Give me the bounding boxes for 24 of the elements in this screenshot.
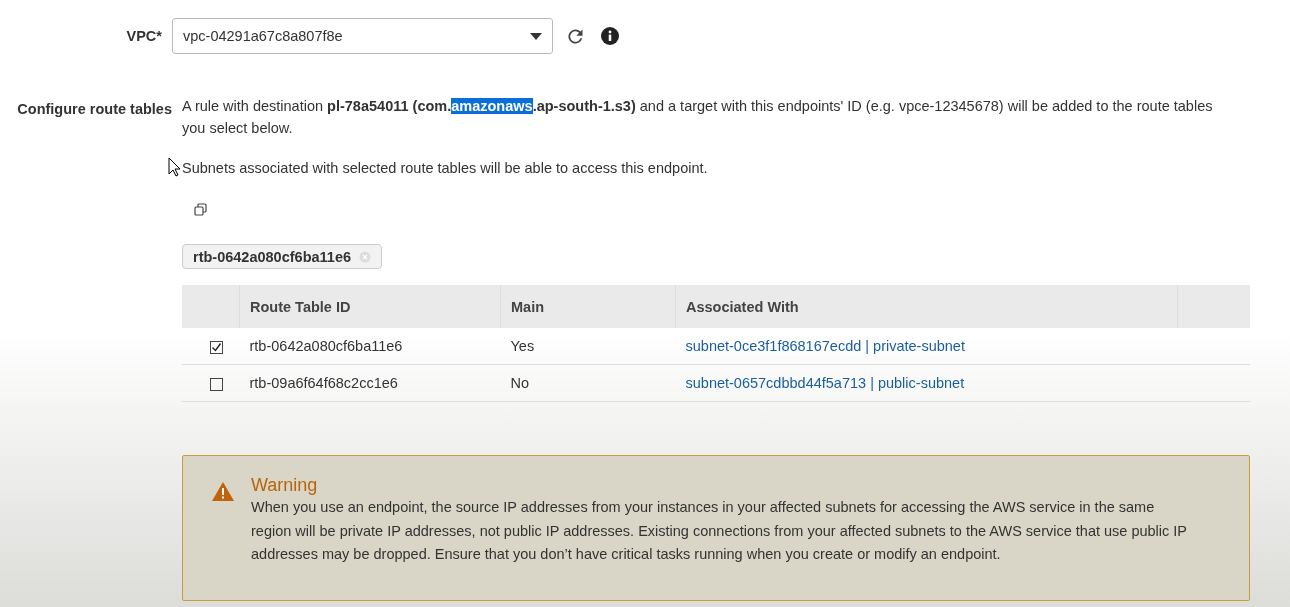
- field-label: Configure route tables: [16, 100, 173, 117]
- warning-icon: [212, 482, 234, 501]
- table-cell: rtb-09a6f64f68c2cc1e6: [249, 375, 398, 391]
- warning-text: When you use an endpoint, the source IP addresses from your instances in your affected subnets for accessing the AWS service in the same region will be private IP addresses, not public IP addresses. Existing connections from your affected subnets to the AWS service that use public IP addresses may be dropped. Ensure that you don’t have critical tasks running when you create or modify an endpoint.: [251, 498, 1188, 564]
- subnet-link[interactable]: subnet-0657cdbbd44f5a713 | public-subnet: [685, 375, 965, 391]
- header-cell: [182, 285, 240, 328]
- caret-icon: [530, 32, 542, 40]
- mouse-pointer-icon: [168, 157, 181, 177]
- table-cell: No: [510, 375, 530, 391]
- row-checkbox[interactable]: [210, 377, 224, 391]
- column-header[interactable]: Route Table ID: [239, 285, 501, 328]
- row-checkbox[interactable]: [210, 340, 224, 354]
- copy-icon[interactable]: [194, 203, 207, 216]
- warning-title: Warning: [251, 474, 319, 496]
- column-header[interactable]: Main: [500, 285, 676, 328]
- column-header[interactable]: Associated With: [675, 285, 1178, 328]
- info-icon[interactable]: [601, 27, 619, 45]
- field-label: VPC*: [125, 27, 163, 46]
- subnet-link[interactable]: subnet-0ce3f1f868167ecdd | private-subnet: [685, 338, 965, 354]
- table-cell: Yes: [510, 338, 535, 354]
- note-text: Subnets associated with selected route tables will be able to access this endpoint.: [182, 159, 709, 178]
- table-cell: rtb-0642a080cf6ba11e6: [249, 338, 403, 354]
- vpc-select[interactable]: vpc-04291a67c8a807f8e: [172, 18, 553, 54]
- route-table-token[interactable]: rtb-0642a080cf6ba11e6: [182, 244, 382, 269]
